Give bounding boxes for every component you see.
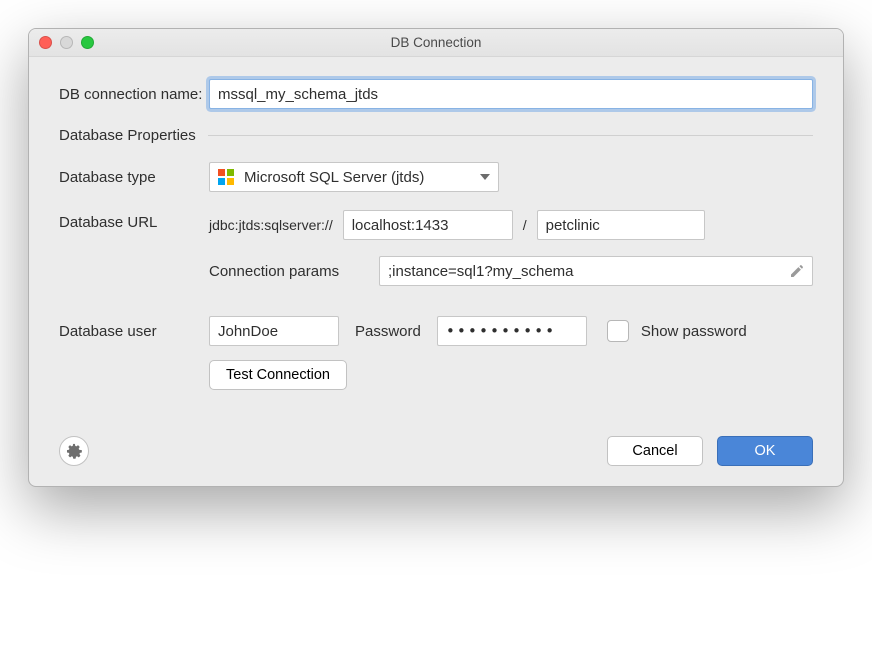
cancel-button[interactable]: Cancel (607, 436, 703, 466)
test-connection-button[interactable]: Test Connection (209, 360, 347, 390)
microsoft-logo-icon (218, 169, 234, 185)
zoom-window-button[interactable] (81, 36, 94, 49)
titlebar: DB Connection (29, 29, 843, 57)
database-type-label: Database type (59, 169, 209, 186)
window-title: DB Connection (391, 35, 482, 50)
settings-button[interactable] (59, 436, 89, 466)
dialog-window: DB Connection DB connection name: Databa… (28, 28, 844, 487)
edit-params-icon[interactable] (789, 263, 805, 279)
database-properties-header: Database Properties (59, 127, 813, 144)
show-password-checkbox[interactable] (607, 320, 629, 342)
database-type-value: Microsoft SQL Server (jtds) (244, 169, 424, 186)
host-port-input[interactable] (343, 210, 513, 240)
dialog-content: DB connection name: Database Properties … (29, 57, 843, 486)
section-divider (208, 135, 813, 136)
url-separator: / (523, 217, 527, 233)
database-url-label: Database URL (59, 214, 209, 231)
ok-button[interactable]: OK (717, 436, 813, 466)
password-label: Password (355, 323, 421, 340)
connection-name-label: DB connection name: (59, 86, 209, 103)
gear-icon (65, 442, 83, 460)
window-controls (39, 36, 94, 49)
minimize-window-button[interactable] (60, 36, 73, 49)
database-user-label: Database user (59, 323, 197, 340)
connection-params-input[interactable] (379, 256, 813, 286)
section-label: Database Properties (59, 127, 196, 144)
password-input[interactable] (437, 316, 587, 346)
close-window-button[interactable] (39, 36, 52, 49)
show-password-label: Show password (641, 323, 747, 340)
database-type-select[interactable]: Microsoft SQL Server (jtds) (209, 162, 499, 192)
jdbc-url-prefix: jdbc:jtds:sqlserver:// (209, 217, 333, 233)
connection-name-input[interactable] (209, 79, 813, 109)
chevron-down-icon (480, 174, 490, 180)
connection-params-label: Connection params (209, 263, 365, 280)
database-name-input[interactable] (537, 210, 705, 240)
database-user-input[interactable] (209, 316, 339, 346)
